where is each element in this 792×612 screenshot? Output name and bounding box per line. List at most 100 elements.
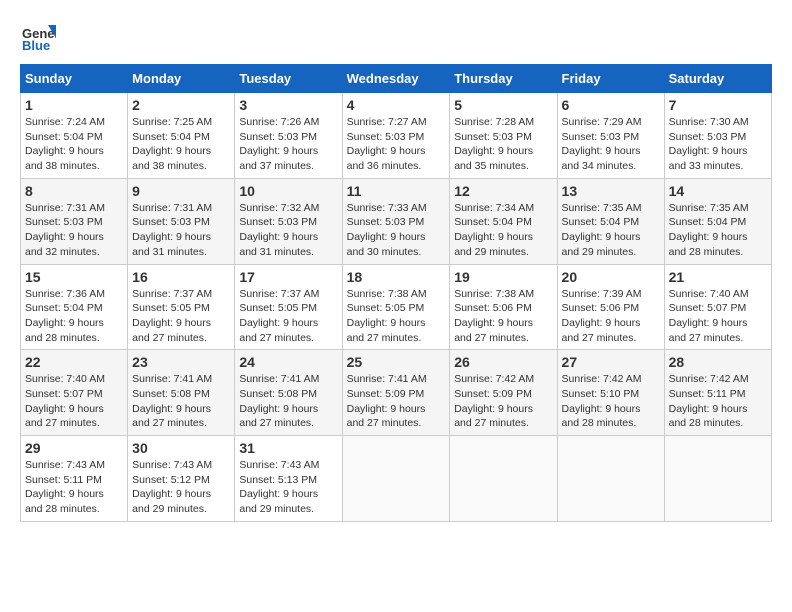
day-number: 22 bbox=[25, 354, 123, 370]
table-row: 16 Sunrise: 7:37 AM Sunset: 5:05 PM Dayl… bbox=[128, 264, 235, 350]
day-info: Sunrise: 7:30 AM Sunset: 5:03 PM Dayligh… bbox=[669, 115, 767, 174]
table-row: 20 Sunrise: 7:39 AM Sunset: 5:06 PM Dayl… bbox=[557, 264, 664, 350]
day-info: Sunrise: 7:25 AM Sunset: 5:04 PM Dayligh… bbox=[132, 115, 230, 174]
table-row bbox=[664, 436, 771, 522]
day-number: 18 bbox=[347, 269, 446, 285]
day-number: 16 bbox=[132, 269, 230, 285]
day-info: Sunrise: 7:42 AM Sunset: 5:10 PM Dayligh… bbox=[562, 372, 660, 431]
day-info: Sunrise: 7:27 AM Sunset: 5:03 PM Dayligh… bbox=[347, 115, 446, 174]
day-info: Sunrise: 7:43 AM Sunset: 5:12 PM Dayligh… bbox=[132, 458, 230, 517]
day-number: 14 bbox=[669, 183, 767, 199]
day-info: Sunrise: 7:41 AM Sunset: 5:09 PM Dayligh… bbox=[347, 372, 446, 431]
table-row: 9 Sunrise: 7:31 AM Sunset: 5:03 PM Dayli… bbox=[128, 178, 235, 264]
table-row: 18 Sunrise: 7:38 AM Sunset: 5:05 PM Dayl… bbox=[342, 264, 450, 350]
column-header-monday: Monday bbox=[128, 65, 235, 93]
table-row: 11 Sunrise: 7:33 AM Sunset: 5:03 PM Dayl… bbox=[342, 178, 450, 264]
table-row: 4 Sunrise: 7:27 AM Sunset: 5:03 PM Dayli… bbox=[342, 93, 450, 179]
logo-icon: General Blue bbox=[20, 20, 56, 56]
table-row: 8 Sunrise: 7:31 AM Sunset: 5:03 PM Dayli… bbox=[21, 178, 128, 264]
table-row: 1 Sunrise: 7:24 AM Sunset: 5:04 PM Dayli… bbox=[21, 93, 128, 179]
day-number: 20 bbox=[562, 269, 660, 285]
day-info: Sunrise: 7:34 AM Sunset: 5:04 PM Dayligh… bbox=[454, 201, 552, 260]
day-info: Sunrise: 7:31 AM Sunset: 5:03 PM Dayligh… bbox=[132, 201, 230, 260]
day-number: 28 bbox=[669, 354, 767, 370]
day-number: 3 bbox=[239, 97, 337, 113]
day-info: Sunrise: 7:24 AM Sunset: 5:04 PM Dayligh… bbox=[25, 115, 123, 174]
day-info: Sunrise: 7:29 AM Sunset: 5:03 PM Dayligh… bbox=[562, 115, 660, 174]
day-number: 25 bbox=[347, 354, 446, 370]
day-number: 21 bbox=[669, 269, 767, 285]
day-number: 1 bbox=[25, 97, 123, 113]
table-row: 3 Sunrise: 7:26 AM Sunset: 5:03 PM Dayli… bbox=[235, 93, 342, 179]
table-row: 6 Sunrise: 7:29 AM Sunset: 5:03 PM Dayli… bbox=[557, 93, 664, 179]
day-info: Sunrise: 7:37 AM Sunset: 5:05 PM Dayligh… bbox=[132, 287, 230, 346]
day-number: 5 bbox=[454, 97, 552, 113]
day-info: Sunrise: 7:41 AM Sunset: 5:08 PM Dayligh… bbox=[239, 372, 337, 431]
column-header-friday: Friday bbox=[557, 65, 664, 93]
day-number: 6 bbox=[562, 97, 660, 113]
day-number: 29 bbox=[25, 440, 123, 456]
day-number: 17 bbox=[239, 269, 337, 285]
table-row: 13 Sunrise: 7:35 AM Sunset: 5:04 PM Dayl… bbox=[557, 178, 664, 264]
logo: General Blue bbox=[20, 20, 60, 56]
table-row: 19 Sunrise: 7:38 AM Sunset: 5:06 PM Dayl… bbox=[450, 264, 557, 350]
column-header-sunday: Sunday bbox=[21, 65, 128, 93]
table-row: 17 Sunrise: 7:37 AM Sunset: 5:05 PM Dayl… bbox=[235, 264, 342, 350]
day-info: Sunrise: 7:37 AM Sunset: 5:05 PM Dayligh… bbox=[239, 287, 337, 346]
table-row: 28 Sunrise: 7:42 AM Sunset: 5:11 PM Dayl… bbox=[664, 350, 771, 436]
table-row: 26 Sunrise: 7:42 AM Sunset: 5:09 PM Dayl… bbox=[450, 350, 557, 436]
column-header-saturday: Saturday bbox=[664, 65, 771, 93]
table-row: 7 Sunrise: 7:30 AM Sunset: 5:03 PM Dayli… bbox=[664, 93, 771, 179]
day-info: Sunrise: 7:40 AM Sunset: 5:07 PM Dayligh… bbox=[25, 372, 123, 431]
day-number: 26 bbox=[454, 354, 552, 370]
day-info: Sunrise: 7:38 AM Sunset: 5:06 PM Dayligh… bbox=[454, 287, 552, 346]
table-row: 5 Sunrise: 7:28 AM Sunset: 5:03 PM Dayli… bbox=[450, 93, 557, 179]
day-number: 12 bbox=[454, 183, 552, 199]
day-info: Sunrise: 7:41 AM Sunset: 5:08 PM Dayligh… bbox=[132, 372, 230, 431]
table-row: 15 Sunrise: 7:36 AM Sunset: 5:04 PM Dayl… bbox=[21, 264, 128, 350]
header: General Blue bbox=[20, 20, 772, 56]
day-info: Sunrise: 7:39 AM Sunset: 5:06 PM Dayligh… bbox=[562, 287, 660, 346]
day-info: Sunrise: 7:40 AM Sunset: 5:07 PM Dayligh… bbox=[669, 287, 767, 346]
day-info: Sunrise: 7:43 AM Sunset: 5:11 PM Dayligh… bbox=[25, 458, 123, 517]
column-header-thursday: Thursday bbox=[450, 65, 557, 93]
day-number: 13 bbox=[562, 183, 660, 199]
day-info: Sunrise: 7:42 AM Sunset: 5:09 PM Dayligh… bbox=[454, 372, 552, 431]
table-row: 14 Sunrise: 7:35 AM Sunset: 5:04 PM Dayl… bbox=[664, 178, 771, 264]
day-number: 19 bbox=[454, 269, 552, 285]
day-number: 8 bbox=[25, 183, 123, 199]
day-number: 9 bbox=[132, 183, 230, 199]
day-number: 30 bbox=[132, 440, 230, 456]
calendar: SundayMondayTuesdayWednesdayThursdayFrid… bbox=[20, 64, 772, 522]
table-row: 2 Sunrise: 7:25 AM Sunset: 5:04 PM Dayli… bbox=[128, 93, 235, 179]
table-row bbox=[342, 436, 450, 522]
day-info: Sunrise: 7:35 AM Sunset: 5:04 PM Dayligh… bbox=[562, 201, 660, 260]
day-number: 7 bbox=[669, 97, 767, 113]
day-number: 4 bbox=[347, 97, 446, 113]
table-row: 10 Sunrise: 7:32 AM Sunset: 5:03 PM Dayl… bbox=[235, 178, 342, 264]
table-row: 12 Sunrise: 7:34 AM Sunset: 5:04 PM Dayl… bbox=[450, 178, 557, 264]
day-info: Sunrise: 7:33 AM Sunset: 5:03 PM Dayligh… bbox=[347, 201, 446, 260]
table-row bbox=[450, 436, 557, 522]
day-info: Sunrise: 7:43 AM Sunset: 5:13 PM Dayligh… bbox=[239, 458, 337, 517]
table-row: 27 Sunrise: 7:42 AM Sunset: 5:10 PM Dayl… bbox=[557, 350, 664, 436]
table-row: 25 Sunrise: 7:41 AM Sunset: 5:09 PM Dayl… bbox=[342, 350, 450, 436]
day-number: 15 bbox=[25, 269, 123, 285]
day-number: 10 bbox=[239, 183, 337, 199]
svg-text:Blue: Blue bbox=[22, 38, 50, 53]
table-row: 23 Sunrise: 7:41 AM Sunset: 5:08 PM Dayl… bbox=[128, 350, 235, 436]
day-info: Sunrise: 7:38 AM Sunset: 5:05 PM Dayligh… bbox=[347, 287, 446, 346]
day-number: 11 bbox=[347, 183, 446, 199]
day-number: 24 bbox=[239, 354, 337, 370]
day-info: Sunrise: 7:35 AM Sunset: 5:04 PM Dayligh… bbox=[669, 201, 767, 260]
table-row: 30 Sunrise: 7:43 AM Sunset: 5:12 PM Dayl… bbox=[128, 436, 235, 522]
column-header-tuesday: Tuesday bbox=[235, 65, 342, 93]
day-info: Sunrise: 7:42 AM Sunset: 5:11 PM Dayligh… bbox=[669, 372, 767, 431]
table-row bbox=[557, 436, 664, 522]
table-row: 29 Sunrise: 7:43 AM Sunset: 5:11 PM Dayl… bbox=[21, 436, 128, 522]
day-number: 2 bbox=[132, 97, 230, 113]
table-row: 31 Sunrise: 7:43 AM Sunset: 5:13 PM Dayl… bbox=[235, 436, 342, 522]
table-row: 22 Sunrise: 7:40 AM Sunset: 5:07 PM Dayl… bbox=[21, 350, 128, 436]
day-info: Sunrise: 7:26 AM Sunset: 5:03 PM Dayligh… bbox=[239, 115, 337, 174]
column-header-wednesday: Wednesday bbox=[342, 65, 450, 93]
